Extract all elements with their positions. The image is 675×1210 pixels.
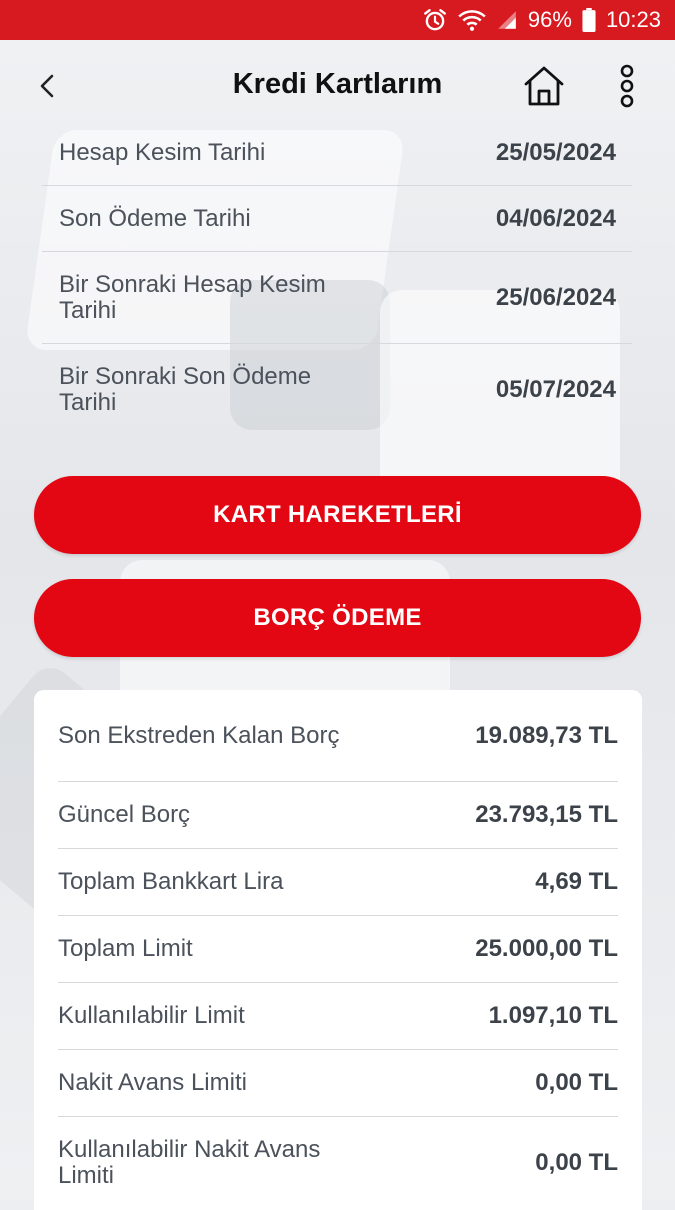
item-label: Toplam Bankkart Lira [58, 868, 284, 895]
item-label: Nakit Avans Limiti [58, 1069, 247, 1096]
page-title: Kredi Kartlarım [232, 68, 443, 100]
wifi-icon [458, 8, 486, 32]
list-item: Kullanılabilir Limit 1.097,10 TL [58, 983, 618, 1050]
item-label: Kullanılabilir Nakit Avans Limiti [58, 1136, 321, 1189]
item-value: 19.089,73 TL [475, 721, 618, 749]
item-value: 25/05/2024 [495, 138, 616, 166]
alarm-icon [422, 7, 448, 33]
item-label: Güncel Borç [58, 801, 191, 828]
signal-icon [496, 9, 518, 31]
list-item: Kullanılabilir Nakit Avans Limiti 0,00 T… [58, 1117, 618, 1209]
item-label: Son Ödeme Tarihi [59, 204, 251, 232]
statement-dates-list: Hesap Kesim Tarihi 25/05/2024 Son Ödeme … [42, 120, 632, 436]
list-item: Nakit Avans Limiti 0,00 TL [58, 1050, 618, 1117]
item-value: 04/06/2024 [495, 204, 616, 232]
debt-payment-button[interactable]: BORÇ ÖDEME [34, 579, 641, 657]
status-bar: 96% 10:23 [0, 0, 675, 40]
list-item: Son Ekstreden Kalan Borç 19.089,73 TL [58, 690, 618, 782]
clock-time: 10:23 [605, 7, 661, 32]
item-value: 23.793,15 TL [475, 801, 618, 828]
item-label: Toplam Limit [58, 935, 193, 962]
more-options-icon[interactable] [612, 62, 642, 110]
app-header: Kredi Kartlarım [0, 40, 675, 132]
item-value: 0,00 TL [535, 1069, 618, 1096]
item-value: 25.000,00 TL [475, 935, 618, 962]
item-value: 0,00 TL [535, 1149, 618, 1176]
item-value: 4,69 TL [535, 868, 618, 895]
item-value: 05/07/2024 [495, 376, 616, 403]
list-item: Son Ödeme Tarihi 04/06/2024 [42, 186, 632, 252]
card-transactions-button[interactable]: KART HAREKETLERİ [34, 476, 641, 554]
home-icon[interactable] [520, 62, 568, 110]
item-label: Hesap Kesim Tarihi [59, 138, 266, 166]
item-value: 25/06/2024 [495, 283, 616, 311]
battery-icon [582, 8, 596, 32]
item-label: Bir Sonraki Hesap Kesim Tarihi [59, 270, 326, 324]
list-item: Toplam Limit 25.000,00 TL [58, 916, 618, 983]
list-item: Bir Sonraki Son Ödeme Tarihi 05/07/2024 [42, 344, 632, 436]
list-item: Bir Sonraki Hesap Kesim Tarihi 25/06/202… [42, 252, 632, 344]
list-item: Toplam Bankkart Lira 4,69 TL [58, 849, 618, 916]
item-label: Kullanılabilir Limit [58, 1002, 245, 1029]
card-summary-panel: Son Ekstreden Kalan Borç 19.089,73 TL Gü… [34, 690, 642, 1210]
battery-percent: 96% [527, 7, 572, 32]
item-value: 1.097,10 TL [488, 1002, 618, 1029]
list-item: Güncel Borç 23.793,15 TL [58, 782, 618, 849]
item-label: Son Ekstreden Kalan Borç [58, 721, 340, 749]
item-label: Bir Sonraki Son Ödeme Tarihi [59, 363, 312, 416]
